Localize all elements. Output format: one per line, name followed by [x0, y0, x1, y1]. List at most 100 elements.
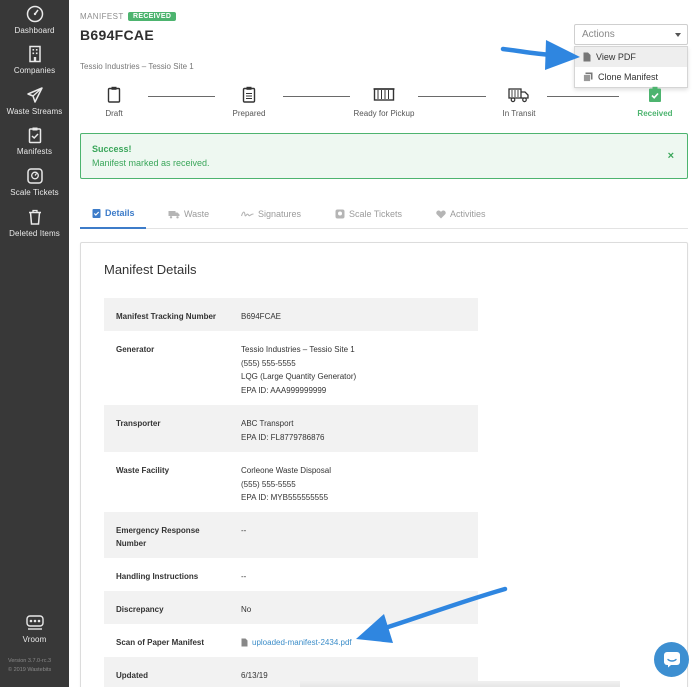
- sidebar-item-label: Deleted Items: [9, 229, 60, 238]
- table-row: Waste Facility Corleone Waste Disposal (…: [104, 452, 478, 512]
- row-label: Manifest Tracking Number: [116, 312, 217, 321]
- row-label: Updated: [116, 671, 148, 680]
- row-label: Discrepancy: [116, 605, 164, 614]
- sidebar-item-scale-tickets[interactable]: Scale Tickets: [0, 167, 69, 197]
- sidebar-item-label: Dashboard: [14, 26, 55, 35]
- value-line: Tessio Industries – Tessio Site 1: [241, 345, 355, 354]
- value-line: LQG (Large Quantity Generator): [241, 372, 357, 381]
- row-value: No: [241, 603, 251, 617]
- value-line: Corleone Waste Disposal: [241, 466, 331, 475]
- tab-label: Scale Tickets: [349, 209, 403, 219]
- table-row: Discrepancy No: [104, 591, 478, 624]
- value-line: (555) 555-5555: [241, 358, 296, 368]
- paper-plane-icon: [26, 87, 43, 103]
- alert-title: Success!: [92, 144, 132, 154]
- clipboard-check-icon: [28, 127, 41, 144]
- trash-icon: [28, 209, 41, 225]
- value-line: --: [241, 572, 247, 581]
- card-title: Manifest Details: [104, 262, 197, 277]
- sidebar-item-dashboard[interactable]: Dashboard: [0, 5, 69, 35]
- success-alert: Success! Manifest marked as received. ×: [80, 133, 688, 179]
- menu-item-clone-manifest[interactable]: Clone Manifest: [575, 67, 687, 87]
- row-value: --: [241, 524, 246, 538]
- scale-icon: [335, 209, 345, 219]
- tab-activities[interactable]: Activities: [436, 205, 486, 229]
- details-table: Manifest Tracking Number B694FCAE Genera…: [104, 298, 478, 687]
- row-label: Transporter: [116, 419, 161, 428]
- table-row: Generator Tessio Industries – Tessio Sit…: [104, 331, 478, 405]
- sidebar-item-waste-streams[interactable]: Waste Streams: [0, 86, 69, 116]
- value-line: No: [241, 605, 252, 614]
- sidebar-item-vroom[interactable]: Vroom: [0, 614, 69, 644]
- caret-down-icon: [675, 33, 681, 37]
- file-icon: [583, 52, 591, 62]
- tab-details[interactable]: Details: [80, 205, 146, 229]
- pdf-link[interactable]: uploaded-manifest-2434.pdf: [241, 636, 352, 650]
- actions-menu: View PDF Clone Manifest: [574, 46, 688, 88]
- value-line: ABC Transport: [241, 419, 294, 428]
- chat-button[interactable]: [654, 642, 689, 677]
- heart-pulse-icon: [436, 210, 446, 218]
- table-row: Emergency Response Number --: [104, 512, 478, 558]
- building-icon: [28, 45, 41, 63]
- copyright-text: © 2019 Wastebits: [8, 667, 52, 673]
- value-line: EPA ID: FL8779786876: [241, 432, 325, 442]
- table-row: Handling Instructions --: [104, 558, 478, 591]
- tab-signatures[interactable]: Signatures: [241, 205, 301, 229]
- step-label: Ready for Pickup: [353, 109, 415, 118]
- scale-icon: [26, 168, 43, 184]
- menu-item-label: Clone Manifest: [598, 72, 659, 82]
- page-title: B694FCAE: [80, 27, 154, 43]
- clipboard-icon: [107, 86, 121, 103]
- pdf-link-text: uploaded-manifest-2434.pdf: [252, 638, 352, 647]
- dumpster-icon: [373, 88, 395, 101]
- menu-item-view-pdf[interactable]: View PDF: [575, 47, 687, 67]
- row-value: ABC Transport EPA ID: FL8779786876: [241, 417, 324, 444]
- copy-icon: [583, 72, 593, 82]
- table-row: Transporter ABC Transport EPA ID: FL8779…: [104, 405, 478, 452]
- file-icon: [241, 638, 248, 647]
- progress-connector: [148, 96, 215, 97]
- tab-label: Details: [105, 208, 135, 218]
- sidebar-item-manifests[interactable]: Manifests: [0, 126, 69, 156]
- page-subtitle: Tessio Industries – Tessio Site 1: [80, 62, 194, 71]
- actions-dropdown-button[interactable]: Actions: [574, 24, 688, 45]
- table-row: Manifest Tracking Number B694FCAE: [104, 298, 478, 331]
- menu-item-label: View PDF: [596, 52, 636, 62]
- actions-label: Actions: [582, 29, 615, 40]
- close-icon[interactable]: ×: [668, 150, 674, 162]
- sidebar-item-label: Vroom: [22, 635, 47, 644]
- step-label: In Transit: [502, 109, 536, 118]
- table-row: Scan of Paper Manifest uploaded-manifest…: [104, 624, 478, 657]
- main-content: MANIFEST RECEIVED B694FCAE Tessio Indust…: [69, 0, 700, 687]
- tab-waste[interactable]: Waste: [168, 205, 209, 229]
- gauge-icon: [26, 5, 43, 23]
- page-kicker: MANIFEST: [80, 12, 124, 21]
- truck-icon: [508, 88, 529, 103]
- clipboard-list-icon: [242, 86, 256, 103]
- vroom-icon: [25, 615, 44, 630]
- tab-scale-tickets[interactable]: Scale Tickets: [335, 205, 402, 229]
- sidebar-item-companies[interactable]: Companies: [0, 45, 69, 75]
- signature-icon: [241, 211, 254, 216]
- value-line: 6/13/19: [241, 671, 268, 680]
- clipboard-check-icon: [92, 209, 101, 218]
- clipboard-check-icon: [649, 86, 661, 102]
- sidebar-item-label: Scale Tickets: [10, 188, 59, 197]
- row-label: Emergency Response Number: [116, 526, 200, 548]
- step-label: Draft: [105, 109, 123, 118]
- tab-label: Activities: [450, 209, 486, 219]
- value-line: EPA ID: AAA999999999: [241, 385, 327, 395]
- row-value: --: [241, 570, 246, 584]
- progress-connector: [418, 96, 486, 97]
- sidebar-item-deleted-items[interactable]: Deleted Items: [0, 208, 69, 238]
- step-prepared: Prepared: [222, 86, 276, 118]
- row-value: B694FCAE: [241, 310, 281, 324]
- tab-label: Signatures: [258, 209, 302, 219]
- step-label: Received: [637, 109, 673, 118]
- step-draft: Draft: [87, 86, 141, 118]
- row-label: Handling Instructions: [116, 572, 199, 581]
- step-in-transit: In Transit: [492, 86, 546, 118]
- alert-message: Manifest marked as received.: [92, 158, 210, 168]
- sidebar: Dashboard Companies Waste Streams Manife…: [0, 0, 69, 687]
